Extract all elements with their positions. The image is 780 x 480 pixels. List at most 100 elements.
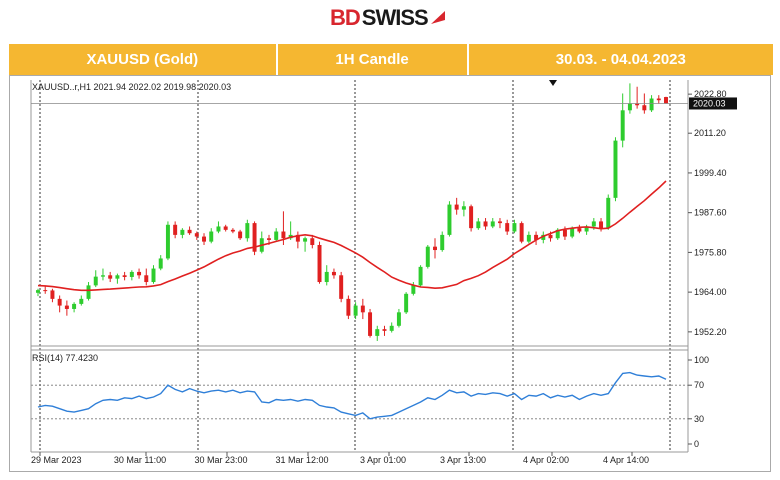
candle-body xyxy=(620,110,625,141)
candle xyxy=(331,268,336,279)
candle-body xyxy=(360,305,365,313)
candle xyxy=(339,271,344,303)
candle xyxy=(36,288,40,297)
candle-body xyxy=(476,221,481,229)
candle-body xyxy=(230,229,235,232)
rsi-line xyxy=(37,371,667,420)
candle-body xyxy=(151,268,156,283)
candle-body xyxy=(274,231,279,240)
candle-body xyxy=(591,221,596,227)
candle-body xyxy=(389,325,394,331)
candle-body xyxy=(194,233,199,237)
candle xyxy=(64,300,69,316)
candle xyxy=(396,308,401,328)
candle xyxy=(115,273,120,284)
candle-body xyxy=(404,293,409,313)
candle-body xyxy=(137,271,142,276)
candle xyxy=(519,221,524,244)
candle xyxy=(382,325,387,336)
candle xyxy=(303,236,308,252)
candle-body xyxy=(606,197,611,229)
candle-body xyxy=(497,221,502,224)
candle-body xyxy=(144,275,149,283)
candle xyxy=(469,204,474,232)
candle xyxy=(353,302,358,320)
candle-body xyxy=(180,229,185,235)
candle xyxy=(100,268,105,281)
candle-body xyxy=(115,275,120,279)
candle xyxy=(79,295,84,306)
candle xyxy=(360,298,365,320)
candle xyxy=(440,231,445,252)
candle-body xyxy=(656,98,661,101)
candle-body xyxy=(36,290,40,293)
candle-body xyxy=(548,234,553,239)
candle-body xyxy=(433,246,437,251)
candles xyxy=(36,83,668,341)
candle-body xyxy=(43,290,48,292)
candle xyxy=(346,295,351,320)
candle-body xyxy=(570,228,575,237)
candle-body xyxy=(50,290,55,299)
candle xyxy=(389,322,394,333)
price-label: 2020.03 xyxy=(693,98,726,108)
candle xyxy=(476,218,481,230)
candle xyxy=(209,228,214,244)
candle xyxy=(613,137,618,202)
candle xyxy=(317,241,322,284)
candle-body xyxy=(324,271,329,283)
candle-body xyxy=(382,329,387,331)
candle xyxy=(202,233,207,245)
candle xyxy=(656,95,661,104)
candle-body xyxy=(664,97,668,104)
y-tick-label: 1952.20 xyxy=(694,327,727,337)
candle xyxy=(454,197,459,215)
candle-body xyxy=(79,298,84,304)
candle-body xyxy=(86,285,91,299)
candle-body xyxy=(483,221,488,227)
y-tick-label: 2011.20 xyxy=(694,128,726,138)
candle-body xyxy=(447,204,452,235)
candle-body xyxy=(267,238,271,240)
candle-body xyxy=(202,236,207,242)
candle-body xyxy=(72,303,77,309)
x-tick-label: 3 Apr 01:00 xyxy=(360,455,406,465)
candle-body xyxy=(173,224,178,235)
candle xyxy=(122,271,127,281)
x-tick-label: 29 Mar 2023 xyxy=(31,455,82,465)
candle-body xyxy=(577,228,582,232)
x-tick-label: 4 Apr 02:00 xyxy=(523,455,569,465)
candle xyxy=(187,226,192,235)
candle xyxy=(404,292,409,315)
candle xyxy=(230,228,235,234)
candle xyxy=(620,93,625,148)
candle-body xyxy=(238,231,243,239)
candle xyxy=(144,268,149,286)
candle-body xyxy=(526,234,531,242)
candle-body xyxy=(368,312,373,336)
candle-body xyxy=(599,221,604,229)
candle-body xyxy=(461,206,466,210)
candle-body xyxy=(346,298,351,316)
candle-body xyxy=(100,275,105,277)
rsi-label: RSI(14) 77.4230 xyxy=(32,353,98,363)
candle xyxy=(57,295,62,313)
candle xyxy=(375,325,380,341)
candle xyxy=(425,244,430,269)
candle xyxy=(165,221,170,261)
candle-body xyxy=(158,258,163,269)
candle xyxy=(447,201,452,237)
candle xyxy=(245,219,250,242)
candle xyxy=(483,218,488,230)
candle xyxy=(295,231,300,249)
candle xyxy=(497,218,502,229)
candle xyxy=(490,218,495,229)
candle-body xyxy=(425,246,430,267)
x-tick-label: 4 Apr 14:00 xyxy=(603,455,649,465)
candle-body xyxy=(245,223,250,239)
candle xyxy=(534,231,539,245)
candle xyxy=(137,268,142,279)
candle-body xyxy=(303,238,308,242)
candle xyxy=(158,255,163,271)
candle-body xyxy=(108,275,113,279)
